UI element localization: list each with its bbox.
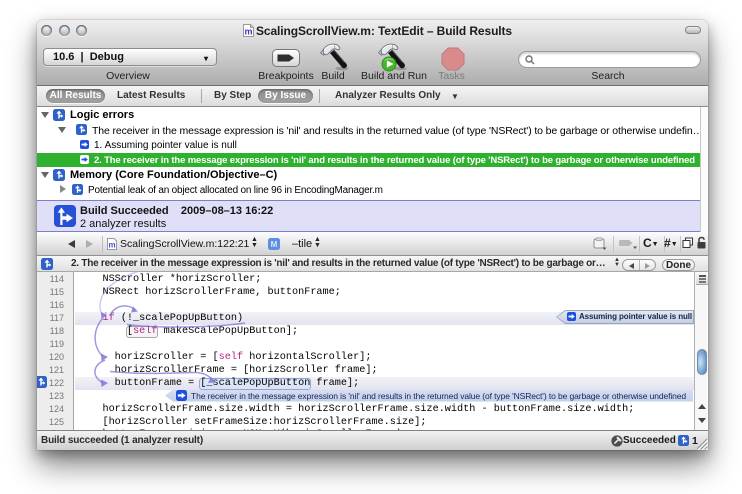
- svg-text:m: m: [244, 27, 252, 37]
- svg-text:M: M: [271, 240, 278, 249]
- svg-text:m: m: [108, 241, 115, 250]
